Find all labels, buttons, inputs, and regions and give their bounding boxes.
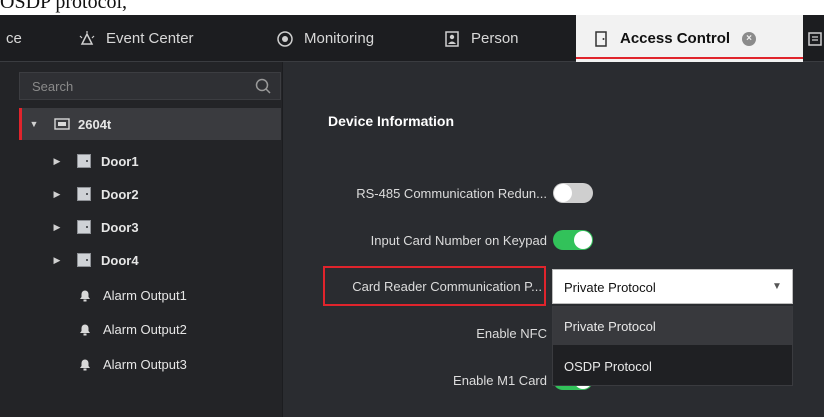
tab-label: Person [471, 30, 519, 47]
chevron-right-icon[interactable]: ▶ [51, 156, 63, 167]
door-icon [77, 220, 91, 234]
door-icon [77, 154, 91, 168]
chevron-right-icon[interactable]: ▶ [51, 255, 63, 266]
tree-item-alarm-output1[interactable]: Alarm Output1 [19, 279, 281, 311]
tree-root-device[interactable]: ▼ 2604t [19, 108, 281, 140]
door-icon [77, 187, 91, 201]
device-icon [54, 117, 70, 131]
person-icon [443, 30, 461, 48]
document-text: OSDP protocol, [0, 0, 128, 13]
device-information-panel: Device Information RS-485 Communication … [282, 62, 824, 417]
chevron-right-icon[interactable]: ▶ [51, 222, 63, 233]
tab-next[interactable] [806, 15, 824, 62]
keypad-card-number-toggle[interactable] [553, 230, 593, 250]
alarm-bell-icon [77, 356, 93, 372]
tab-label: Access Control [620, 30, 731, 47]
tree-item-label: Door2 [101, 186, 139, 202]
tree-item-door3[interactable]: ▶ Door3 [19, 211, 281, 243]
tree-item-label: Alarm Output2 [103, 321, 187, 337]
chevron-down-icon[interactable]: ▼ [762, 270, 792, 303]
door-icon [77, 253, 91, 267]
tab-bar: ce Event Center Monitoring Person Access… [0, 15, 824, 62]
setting-label-keypad: Input Card Number on Keypad [370, 233, 547, 248]
chevron-down-icon[interactable]: ▼ [28, 119, 40, 129]
tab-label: ce [6, 30, 22, 47]
tab-partial[interactable]: ce [6, 15, 22, 62]
tree-item-alarm-output2[interactable]: Alarm Output2 [19, 313, 281, 345]
alarm-bell-icon [77, 321, 93, 337]
tree-item-alarm-output3[interactable]: Alarm Output3 [19, 348, 281, 380]
tree-item-door4[interactable]: ▶ Door4 [19, 244, 281, 276]
setting-label-card-reader-protocol: Card Reader Communication P... [352, 279, 542, 294]
tab-event-center[interactable]: Event Center [78, 15, 194, 62]
chevron-right-icon[interactable]: ▶ [51, 189, 63, 200]
monitoring-icon [276, 30, 294, 48]
alarm-bell-icon [77, 287, 93, 303]
tab-label: Monitoring [304, 30, 375, 47]
close-icon[interactable]: × [742, 31, 757, 46]
protocol-dropdown-menu: Private Protocol OSDP Protocol [552, 306, 793, 386]
setting-label-m1-card: Enable M1 Card [453, 373, 547, 388]
tab-label: Event Center [106, 30, 194, 47]
device-tree-sidebar: Search ▼ 2604t ▶ Door1 ▶ Door2 ▶ Door3 ▶… [0, 62, 282, 417]
dropdown-option-private-protocol[interactable]: Private Protocol [553, 307, 792, 345]
rs485-redundancy-toggle[interactable] [553, 183, 593, 203]
tab-monitoring[interactable]: Monitoring [276, 15, 374, 62]
search-icon[interactable] [254, 77, 272, 95]
tree-root-label: 2604t [78, 116, 112, 132]
toggle-knob [574, 231, 592, 249]
tree-item-door2[interactable]: ▶ Door2 [19, 178, 281, 210]
tree-item-label: Alarm Output1 [103, 287, 187, 303]
setting-label-rs485: RS-485 Communication Redun... [356, 186, 547, 201]
tree-item-label: Door3 [101, 219, 139, 235]
active-tab-indicator [576, 57, 803, 59]
tree-item-label: Alarm Output3 [103, 356, 187, 372]
tree-item-label: Door1 [101, 153, 139, 169]
event-center-icon [78, 30, 96, 48]
grid-icon [806, 30, 824, 48]
dropdown-option-osdp-protocol[interactable]: OSDP Protocol [553, 347, 792, 385]
search-placeholder: Search [32, 79, 74, 94]
access-control-icon [592, 30, 610, 48]
setting-label-nfc: Enable NFC [476, 326, 547, 341]
tree-item-label: Door4 [101, 252, 139, 268]
tab-access-control[interactable]: Access Control × [576, 15, 803, 62]
panel-title: Device Information [328, 113, 455, 129]
card-reader-protocol-select[interactable]: Private Protocol ▼ [552, 269, 793, 304]
app-window: ce Event Center Monitoring Person Access… [0, 15, 824, 417]
select-value: Private Protocol [564, 280, 656, 295]
tree-item-door1[interactable]: ▶ Door1 [19, 145, 281, 177]
toggle-knob [554, 184, 572, 202]
tab-person[interactable]: Person [443, 15, 519, 62]
search-input[interactable]: Search [19, 72, 281, 100]
